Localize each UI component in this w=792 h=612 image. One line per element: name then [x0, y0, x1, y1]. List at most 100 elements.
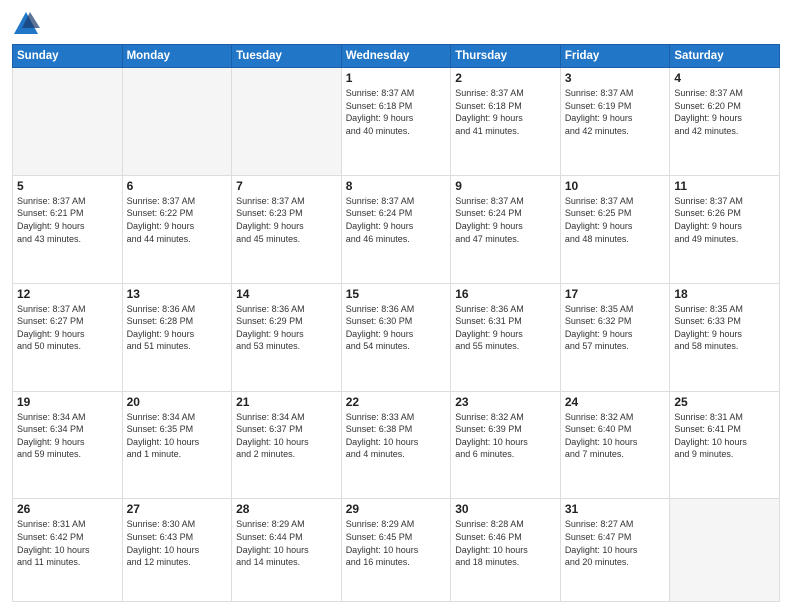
calendar-cell: 11 Sunrise: 8:37 AM Sunset: 6:26 PM Dayli…: [670, 175, 780, 283]
day-number: 19: [17, 395, 118, 409]
day-info: Sunrise: 8:37 AM Sunset: 6:25 PM Dayligh…: [565, 195, 666, 245]
calendar-cell: 5 Sunrise: 8:37 AM Sunset: 6:21 PM Daylig…: [13, 175, 123, 283]
day-info: Sunrise: 8:36 AM Sunset: 6:29 PM Dayligh…: [236, 303, 337, 353]
day-number: 25: [674, 395, 775, 409]
day-info: Sunrise: 8:37 AM Sunset: 6:18 PM Dayligh…: [455, 87, 556, 137]
day-number: 18: [674, 287, 775, 301]
calendar-week-2: 12 Sunrise: 8:37 AM Sunset: 6:27 PM Dayli…: [13, 283, 780, 391]
day-number: 7: [236, 179, 337, 193]
day-info: Sunrise: 8:27 AM Sunset: 6:47 PM Dayligh…: [565, 518, 666, 568]
calendar-cell: 7Sunrise: 8:37 AM Sunset: 6:23 PM Daylig…: [232, 175, 342, 283]
day-info: Sunrise: 8:37 AM Sunset: 6:27 PM Dayligh…: [17, 303, 118, 353]
calendar-cell: 4Sunrise: 8:37 AM Sunset: 6:20 PM Daylig…: [670, 68, 780, 176]
day-number: 21: [236, 395, 337, 409]
calendar-cell: 20 Sunrise: 8:34 AM Sunset: 6:35 PM Dayli…: [122, 391, 232, 499]
day-info: Sunrise: 8:28 AM Sunset: 6:46 PM Dayligh…: [455, 518, 556, 568]
weekday-header-row: SundayMondayTuesdayWednesdayThursdayFrid…: [13, 45, 780, 68]
calendar-week-4: 26Sunrise: 8:31 AM Sunset: 6:42 PM Dayli…: [13, 499, 780, 602]
calendar-cell: 9 Sunrise: 8:37 AM Sunset: 6:24 PM Daylig…: [451, 175, 561, 283]
day-info: Sunrise: 8:36 AM Sunset: 6:28 PM Dayligh…: [127, 303, 228, 353]
calendar-cell: 27Sunrise: 8:30 AM Sunset: 6:43 PM Dayli…: [122, 499, 232, 602]
calendar-cell: 24 Sunrise: 8:32 AM Sunset: 6:40 PM Dayli…: [560, 391, 670, 499]
calendar-cell: 6Sunrise: 8:37 AM Sunset: 6:22 PM Daylig…: [122, 175, 232, 283]
calendar-cell: 19 Sunrise: 8:34 AM Sunset: 6:34 PM Dayli…: [13, 391, 123, 499]
day-info: Sunrise: 8:37 AM Sunset: 6:24 PM Dayligh…: [346, 195, 447, 245]
calendar-cell: 23 Sunrise: 8:32 AM Sunset: 6:39 PM Dayli…: [451, 391, 561, 499]
day-info: Sunrise: 8:37 AM Sunset: 6:21 PM Dayligh…: [17, 195, 118, 245]
header: [12, 10, 780, 38]
calendar-cell: 29 Sunrise: 8:29 AM Sunset: 6:45 PM Dayli…: [341, 499, 451, 602]
calendar-week-3: 19 Sunrise: 8:34 AM Sunset: 6:34 PM Dayli…: [13, 391, 780, 499]
day-info: Sunrise: 8:34 AM Sunset: 6:34 PM Dayligh…: [17, 411, 118, 461]
calendar-cell: 25 Sunrise: 8:31 AM Sunset: 6:41 PM Dayli…: [670, 391, 780, 499]
day-number: 23: [455, 395, 556, 409]
calendar-cell: 17Sunrise: 8:35 AM Sunset: 6:32 PM Dayli…: [560, 283, 670, 391]
day-info: Sunrise: 8:31 AM Sunset: 6:41 PM Dayligh…: [674, 411, 775, 461]
day-number: 30: [455, 502, 556, 516]
day-number: 9: [455, 179, 556, 193]
day-number: 24: [565, 395, 666, 409]
day-number: 26: [17, 502, 118, 516]
day-number: 1: [346, 71, 447, 85]
calendar-week-1: 5 Sunrise: 8:37 AM Sunset: 6:21 PM Daylig…: [13, 175, 780, 283]
calendar-cell: 28 Sunrise: 8:29 AM Sunset: 6:44 PM Dayli…: [232, 499, 342, 602]
day-info: Sunrise: 8:37 AM Sunset: 6:22 PM Dayligh…: [127, 195, 228, 245]
day-number: 13: [127, 287, 228, 301]
calendar: SundayMondayTuesdayWednesdayThursdayFrid…: [12, 44, 780, 602]
weekday-header-friday: Friday: [560, 45, 670, 68]
day-info: Sunrise: 8:37 AM Sunset: 6:26 PM Dayligh…: [674, 195, 775, 245]
weekday-header-wednesday: Wednesday: [341, 45, 451, 68]
calendar-cell: 26Sunrise: 8:31 AM Sunset: 6:42 PM Dayli…: [13, 499, 123, 602]
day-number: 27: [127, 502, 228, 516]
logo-icon: [12, 10, 40, 38]
calendar-cell: 1 Sunrise: 8:37 AM Sunset: 6:18 PM Daylig…: [341, 68, 451, 176]
day-number: 20: [127, 395, 228, 409]
calendar-cell: 18Sunrise: 8:35 AM Sunset: 6:33 PM Dayli…: [670, 283, 780, 391]
day-number: 17: [565, 287, 666, 301]
calendar-cell: 3 Sunrise: 8:37 AM Sunset: 6:19 PM Daylig…: [560, 68, 670, 176]
calendar-cell: [670, 499, 780, 602]
calendar-week-0: 1 Sunrise: 8:37 AM Sunset: 6:18 PM Daylig…: [13, 68, 780, 176]
day-info: Sunrise: 8:32 AM Sunset: 6:40 PM Dayligh…: [565, 411, 666, 461]
calendar-cell: 21Sunrise: 8:34 AM Sunset: 6:37 PM Dayli…: [232, 391, 342, 499]
day-number: 15: [346, 287, 447, 301]
day-number: 22: [346, 395, 447, 409]
day-number: 29: [346, 502, 447, 516]
day-number: 28: [236, 502, 337, 516]
weekday-header-thursday: Thursday: [451, 45, 561, 68]
day-info: Sunrise: 8:34 AM Sunset: 6:35 PM Dayligh…: [127, 411, 228, 461]
day-info: Sunrise: 8:37 AM Sunset: 6:18 PM Dayligh…: [346, 87, 447, 137]
day-number: 3: [565, 71, 666, 85]
calendar-cell: 13 Sunrise: 8:36 AM Sunset: 6:28 PM Dayli…: [122, 283, 232, 391]
day-info: Sunrise: 8:36 AM Sunset: 6:30 PM Dayligh…: [346, 303, 447, 353]
calendar-cell: 15 Sunrise: 8:36 AM Sunset: 6:30 PM Dayli…: [341, 283, 451, 391]
day-number: 11: [674, 179, 775, 193]
day-info: Sunrise: 8:37 AM Sunset: 6:24 PM Dayligh…: [455, 195, 556, 245]
day-info: Sunrise: 8:29 AM Sunset: 6:45 PM Dayligh…: [346, 518, 447, 568]
day-info: Sunrise: 8:37 AM Sunset: 6:20 PM Dayligh…: [674, 87, 775, 137]
calendar-cell: 31 Sunrise: 8:27 AM Sunset: 6:47 PM Dayli…: [560, 499, 670, 602]
day-number: 12: [17, 287, 118, 301]
day-number: 8: [346, 179, 447, 193]
day-number: 5: [17, 179, 118, 193]
logo: [12, 10, 44, 38]
day-number: 2: [455, 71, 556, 85]
calendar-cell: [13, 68, 123, 176]
day-number: 10: [565, 179, 666, 193]
calendar-cell: 30 Sunrise: 8:28 AM Sunset: 6:46 PM Dayli…: [451, 499, 561, 602]
day-info: Sunrise: 8:37 AM Sunset: 6:19 PM Dayligh…: [565, 87, 666, 137]
page: SundayMondayTuesdayWednesdayThursdayFrid…: [0, 0, 792, 612]
weekday-header-sunday: Sunday: [13, 45, 123, 68]
weekday-header-monday: Monday: [122, 45, 232, 68]
calendar-cell: [122, 68, 232, 176]
day-number: 31: [565, 502, 666, 516]
day-number: 16: [455, 287, 556, 301]
calendar-cell: 2 Sunrise: 8:37 AM Sunset: 6:18 PM Daylig…: [451, 68, 561, 176]
day-info: Sunrise: 8:29 AM Sunset: 6:44 PM Dayligh…: [236, 518, 337, 568]
calendar-cell: 12 Sunrise: 8:37 AM Sunset: 6:27 PM Dayli…: [13, 283, 123, 391]
day-info: Sunrise: 8:33 AM Sunset: 6:38 PM Dayligh…: [346, 411, 447, 461]
weekday-header-saturday: Saturday: [670, 45, 780, 68]
calendar-cell: 8 Sunrise: 8:37 AM Sunset: 6:24 PM Daylig…: [341, 175, 451, 283]
day-info: Sunrise: 8:32 AM Sunset: 6:39 PM Dayligh…: [455, 411, 556, 461]
day-number: 14: [236, 287, 337, 301]
